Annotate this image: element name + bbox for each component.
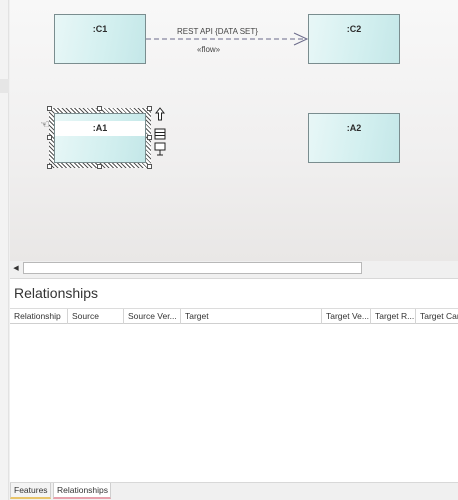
col-target[interactable]: Target [181,309,322,324]
col-source-version[interactable]: Source Ver... [124,309,181,324]
resize-handle-nw[interactable] [47,106,52,111]
element-a1-label[interactable]: :A1 [55,121,145,136]
connector-icon[interactable] [154,142,166,156]
connector-stereotype: «flow» [197,45,221,54]
relationships-panel: Relationships Relationship Source Source… [10,278,458,482]
col-target-version[interactable]: Target Ve... [322,309,371,324]
resize-handle-n[interactable] [97,106,102,111]
dock-separator [0,79,9,93]
element-a1[interactable]: :A1 [54,113,146,163]
relationships-grid-header: Relationship Source Source Ver... Target… [10,308,458,324]
panel-title: Relationships [14,285,99,301]
element-c1[interactable]: :C1 [54,14,146,64]
left-dock-strip [0,0,9,500]
element-c1-label: :C1 [92,24,108,34]
scrollbar-thumb[interactable] [23,262,362,274]
drag-hand-icon[interactable]: ☜ [40,118,50,131]
element-a2-label: :A2 [346,123,362,133]
horizontal-scrollbar[interactable]: ◀ [10,261,458,275]
bottom-tab-bar: Features Relationships [10,482,458,500]
col-target-cardinality[interactable]: Target Car [416,309,458,324]
resize-handle-ne[interactable] [147,106,152,111]
element-a2[interactable]: :A2 [308,113,400,163]
scroll-left-icon[interactable]: ◀ [10,261,22,275]
tab-features[interactable]: Features [10,483,51,499]
col-relationship[interactable]: Relationship [10,309,68,324]
resize-handle-e[interactable] [147,135,152,140]
element-c2[interactable]: :C2 [308,14,400,64]
relationships-grid-body[interactable] [10,325,458,481]
tab-relationships[interactable]: Relationships [53,483,111,499]
connector-label: REST API {DATA SET} [177,27,258,36]
col-source[interactable]: Source [68,309,124,324]
resize-handle-s[interactable] [97,164,102,169]
resize-handle-se[interactable] [147,164,152,169]
resize-handle-w[interactable] [47,135,52,140]
diagram-canvas[interactable]: REST API {DATA SET} «flow» :C1 :C2 :A2 :… [10,0,458,261]
element-c2-label: :C2 [346,24,362,34]
col-target-role[interactable]: Target R... [371,309,416,324]
list-icon[interactable] [154,128,166,140]
resize-handle-sw[interactable] [47,164,52,169]
up-arrow-icon[interactable] [154,107,166,121]
